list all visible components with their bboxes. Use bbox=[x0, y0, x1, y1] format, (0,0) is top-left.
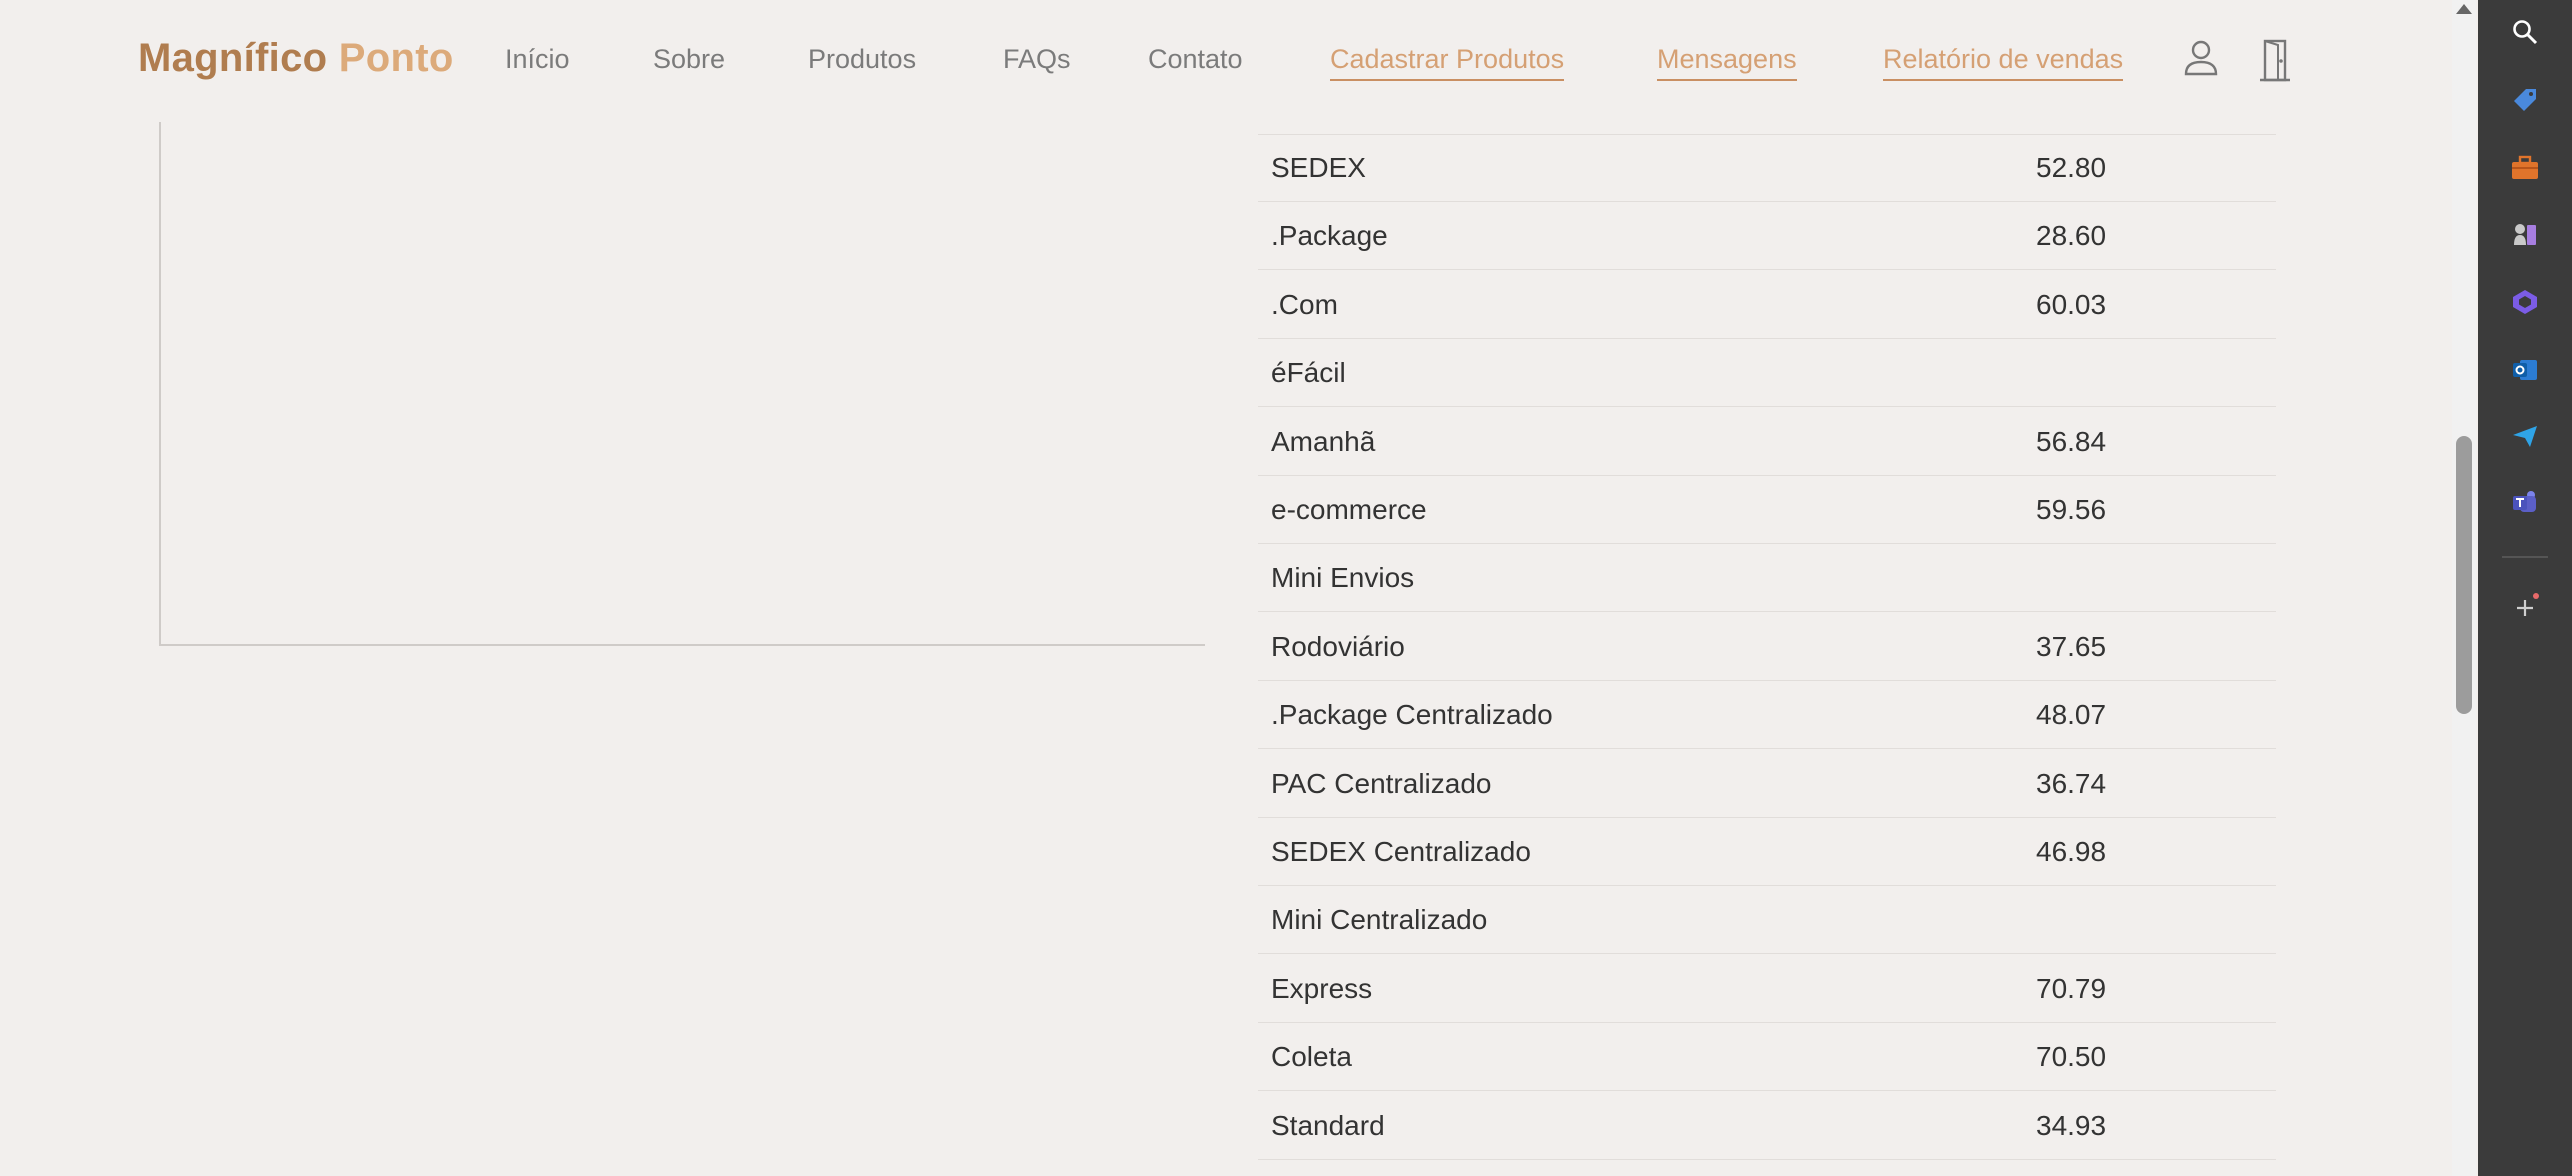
table-row: éFácil bbox=[1258, 339, 2276, 408]
page: Magnífico Ponto Início Sobre Produtos FA… bbox=[0, 0, 2476, 1176]
shipping-method-name: éFácil bbox=[1271, 357, 1346, 389]
nav-produtos[interactable]: Produtos bbox=[808, 44, 916, 75]
brand-part1: Magnífico bbox=[138, 36, 328, 80]
shipping-method-value: 34.93 bbox=[2036, 1109, 2107, 1141]
shipping-method-value: 70.50 bbox=[2036, 1041, 2107, 1073]
table-row: .Com 60.03 bbox=[1258, 271, 2276, 339]
shipping-method-name: SEDEX Centralizado bbox=[1271, 836, 1531, 867]
brand-logo[interactable]: Magnífico Ponto bbox=[138, 36, 454, 81]
add-icon[interactable] bbox=[2505, 588, 2545, 628]
shipping-method-name: .Com bbox=[1271, 288, 1338, 320]
tag-icon[interactable] bbox=[2505, 80, 2545, 120]
table-row: Amanhã 56.84 bbox=[1258, 408, 2276, 476]
shipping-method-value: 60.03 bbox=[2036, 288, 2107, 320]
table-row: e-commerce 59.56 bbox=[1258, 476, 2276, 544]
send-icon[interactable] bbox=[2505, 416, 2545, 456]
shipping-method-name: Mini Envios bbox=[1271, 562, 1415, 594]
shipping-method-name: PAC Centralizado bbox=[1271, 767, 1492, 799]
table-row: Rodoviário 37.65 bbox=[1258, 613, 2276, 681]
outlook-icon[interactable] bbox=[2505, 350, 2545, 390]
nav-contato[interactable]: Contato bbox=[1148, 44, 1243, 75]
shipping-method-name: Rodoviário bbox=[1271, 630, 1405, 662]
table-row: Standard 34.93 bbox=[1258, 1092, 2276, 1160]
shipping-method-name: Mini Centralizado bbox=[1271, 904, 1488, 936]
shipping-method-value: 52.80 bbox=[2036, 152, 2107, 183]
shipping-method-name: Express bbox=[1271, 972, 1373, 1004]
shipping-method-name: e-commerce bbox=[1271, 494, 1427, 525]
table-row: .Package 28.60 bbox=[1258, 202, 2276, 271]
briefcase-icon[interactable] bbox=[2505, 148, 2545, 188]
shipping-method-name: Coleta bbox=[1271, 1041, 1352, 1073]
table-row: Mini Centralizado bbox=[1258, 886, 2276, 955]
nav-faqs[interactable]: FAQs bbox=[1003, 44, 1071, 75]
table-row: PAC Centralizado 36.74 bbox=[1258, 750, 2276, 818]
shipping-method-value: 70.79 bbox=[2036, 972, 2107, 1004]
shipping-method-value: 48.07 bbox=[2036, 699, 2107, 731]
scrollbar-thumb[interactable] bbox=[2456, 436, 2472, 714]
brand-part2: Ponto bbox=[338, 36, 454, 80]
teams-icon[interactable] bbox=[2505, 482, 2545, 522]
sidebar-separator bbox=[2502, 556, 2548, 558]
sales-chart-area bbox=[159, 122, 1205, 646]
shipping-method-value: 46.98 bbox=[2036, 836, 2107, 867]
table-row: SEDEX 52.80 bbox=[1258, 134, 2276, 202]
scroll-up-arrow-icon[interactable] bbox=[2456, 4, 2472, 14]
shipping-method-name: Amanhã bbox=[1271, 425, 1376, 457]
shipping-method-value: 56.84 bbox=[2036, 425, 2107, 457]
browser-sidebar bbox=[2478, 0, 2572, 1176]
table-row: Mini Envios bbox=[1258, 544, 2276, 613]
copilot-icon[interactable] bbox=[2505, 282, 2545, 322]
shipping-method-name: .Package Centralizado bbox=[1271, 699, 1553, 731]
shipping-method-value: 28.60 bbox=[2036, 220, 2107, 252]
table-row: .Package Centralizado 48.07 bbox=[1258, 681, 2276, 750]
shipping-method-value: 37.65 bbox=[2036, 630, 2107, 662]
table-row: Express 70.79 bbox=[1258, 955, 2276, 1023]
user-icon[interactable] bbox=[2183, 38, 2219, 78]
shipping-method-value: 36.74 bbox=[2036, 767, 2107, 799]
shipping-method-name: SEDEX bbox=[1271, 152, 1366, 183]
logout-door-icon[interactable] bbox=[2258, 38, 2292, 82]
shipping-method-name: Standard bbox=[1271, 1109, 1385, 1141]
shipping-method-name: .Package bbox=[1271, 220, 1388, 252]
nav-sobre[interactable]: Sobre bbox=[653, 44, 725, 75]
chess-icon[interactable] bbox=[2505, 214, 2545, 254]
nav-mensagens[interactable]: Mensagens bbox=[1657, 44, 1797, 81]
table-row: Coleta 70.50 bbox=[1258, 1023, 2276, 1092]
shipping-method-value: 59.56 bbox=[2036, 494, 2107, 525]
nav-cadastrar-produtos[interactable]: Cadastrar Produtos bbox=[1330, 44, 1565, 81]
nav-relatorio-vendas[interactable]: Relatório de vendas bbox=[1883, 44, 2124, 81]
top-navigation: Magnífico Ponto Início Sobre Produtos FA… bbox=[0, 0, 2452, 122]
nav-inicio[interactable]: Início bbox=[505, 44, 570, 75]
search-icon[interactable] bbox=[2505, 12, 2545, 52]
table-row: SEDEX Centralizado 46.98 bbox=[1258, 818, 2276, 886]
